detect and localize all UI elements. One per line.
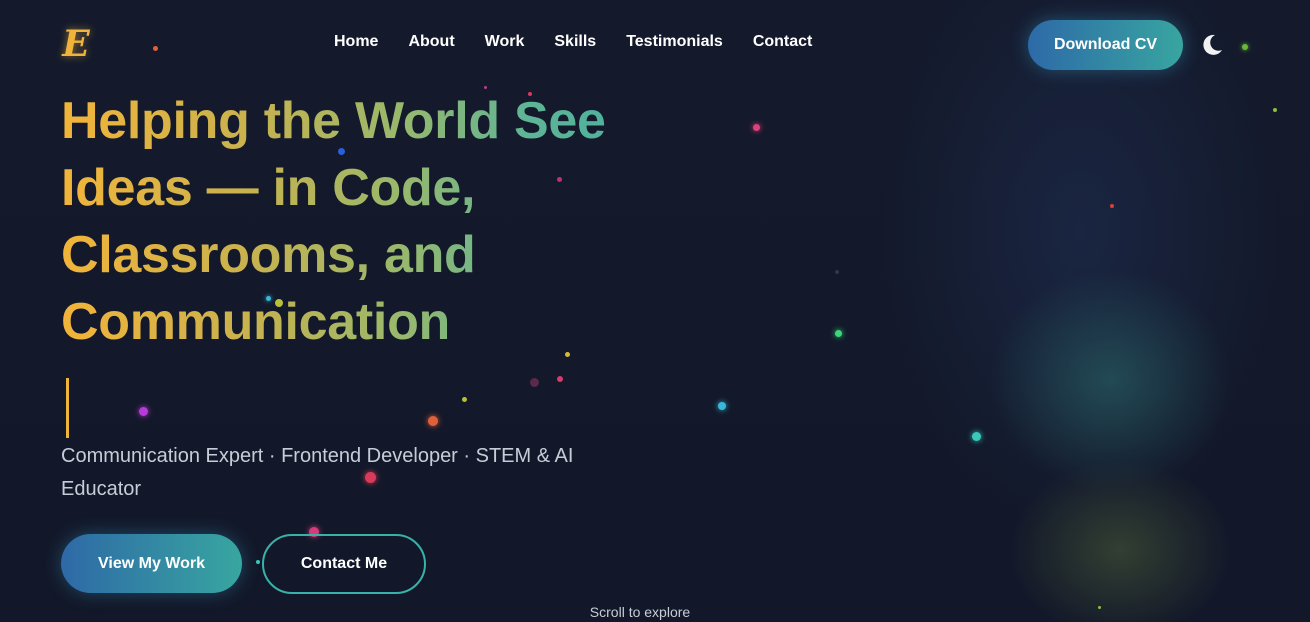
nav-link-work[interactable]: Work	[485, 33, 525, 51]
hero-title: Helping the World See Ideas — in Code, C…	[61, 88, 711, 356]
page: E Home About Work Skills Testimonials Co…	[0, 0, 1310, 622]
download-cv-button[interactable]: Download CV	[1028, 20, 1183, 70]
nav-link-skills[interactable]: Skills	[554, 33, 596, 51]
scroll-hint[interactable]: Scroll to explore	[540, 604, 740, 620]
theme-toggle-button[interactable]	[1198, 31, 1226, 59]
nav-link-about[interactable]: About	[408, 33, 454, 51]
contact-me-button[interactable]: Contact Me	[262, 534, 426, 594]
hero-subtitle: Communication Expert · Frontend Develope…	[61, 445, 574, 500]
nav-link-contact[interactable]: Contact	[753, 33, 813, 51]
view-my-work-button[interactable]: View My Work	[61, 534, 242, 593]
moon-icon	[1203, 34, 1222, 55]
typing-cursor	[66, 378, 69, 438]
nav-link-home[interactable]: Home	[334, 33, 378, 51]
logo[interactable]: E	[58, 23, 94, 65]
nav-link-testimonials[interactable]: Testimonials	[626, 33, 723, 51]
main-nav: Home About Work Skills Testimonials Cont…	[334, 33, 812, 51]
logo-text: E	[62, 23, 90, 65]
